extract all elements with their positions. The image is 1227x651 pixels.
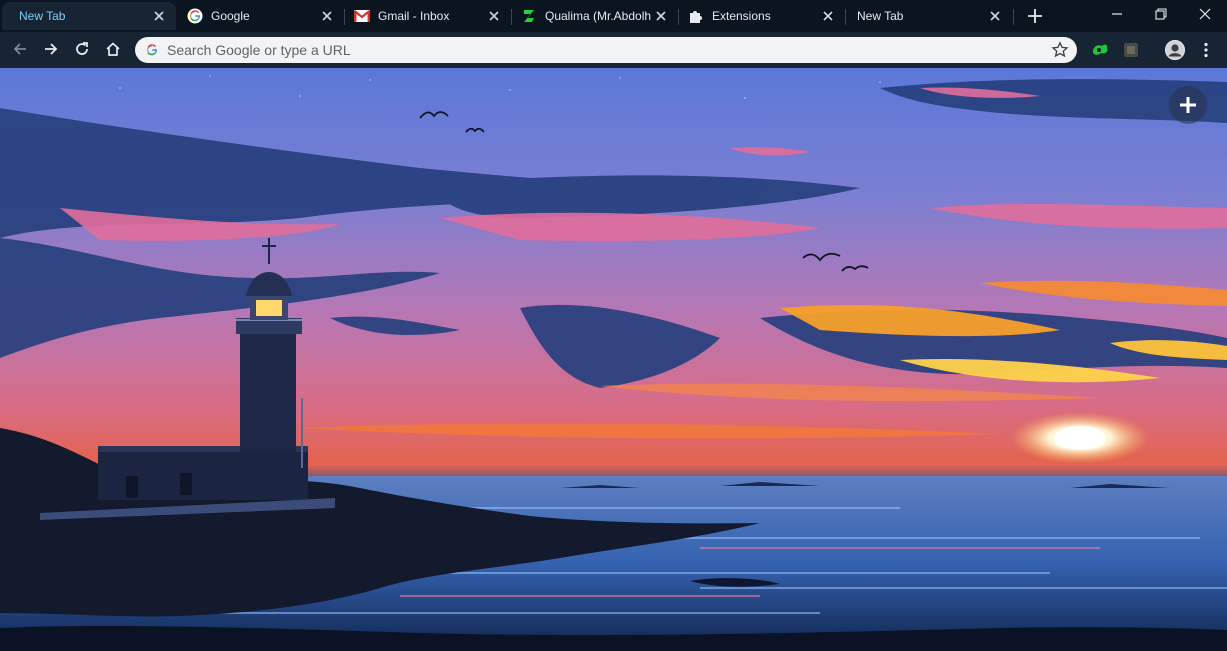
qualima-icon [521,8,537,24]
omnibox[interactable] [135,37,1077,63]
tab-new-tab[interactable]: New Tab [846,2,1012,30]
tab-title: Gmail - Inbox [378,9,450,23]
search-input[interactable] [167,37,1017,63]
green-extension-icon[interactable] [1090,40,1110,60]
google-g-icon [147,44,158,56]
plus-icon [1180,97,1196,113]
arrow-left-icon [13,43,26,55]
toolbar [0,32,1227,68]
new-tab-button[interactable] [1025,6,1045,26]
close-icon[interactable] [988,9,1002,23]
tab-title: Extensions [712,9,771,23]
tab-qualima[interactable]: Qualima (Mr.Abdolh [512,2,678,30]
close-icon[interactable] [152,9,166,23]
dark-extension-icon[interactable] [1121,40,1141,60]
star-icon[interactable] [1051,41,1069,59]
tab-google[interactable]: Google [178,2,344,30]
google-g-icon [187,8,203,24]
home-button[interactable] [102,38,124,60]
close-icon[interactable] [821,9,835,23]
minimize-button[interactable] [1102,3,1132,25]
reload-icon [76,42,88,55]
tab-title: Google [211,9,250,23]
tab-extensions[interactable]: Extensions [679,2,845,30]
add-shortcut-button[interactable] [1169,86,1207,124]
tab-strip: New Tab Google Gmail - Inbox Qualima (Mr… [0,0,1227,32]
close-icon[interactable] [654,9,668,23]
browser-chrome: New Tab Google Gmail - Inbox Qualima (Mr… [0,0,1227,68]
tab-separator [1013,9,1014,25]
gmail-icon [354,8,370,24]
reload-button[interactable] [71,38,93,60]
tab-title: New Tab [857,9,904,23]
tab-new-tab-active[interactable]: New Tab [2,2,176,30]
close-icon[interactable] [487,9,501,23]
close-icon[interactable] [320,9,334,23]
new-tab-page [0,68,1227,651]
close-window-button[interactable] [1190,3,1220,25]
minimize-icon [1112,13,1122,15]
tab-title: Qualima (Mr.Abdolh [545,9,652,23]
close-icon [1199,8,1211,20]
arrow-right-icon [45,43,58,55]
forward-button[interactable] [40,38,62,60]
background-wallpaper [0,68,1227,651]
avatar[interactable] [1165,40,1185,60]
puzzle-icon [688,8,704,24]
tab-gmail[interactable]: Gmail - Inbox [345,2,511,30]
tab-title: New Tab [19,9,66,23]
back-button[interactable] [9,38,31,60]
restore-button[interactable] [1146,3,1176,25]
kebab-menu-icon[interactable] [1196,40,1216,60]
restore-icon [1155,8,1167,20]
home-icon [106,42,120,56]
